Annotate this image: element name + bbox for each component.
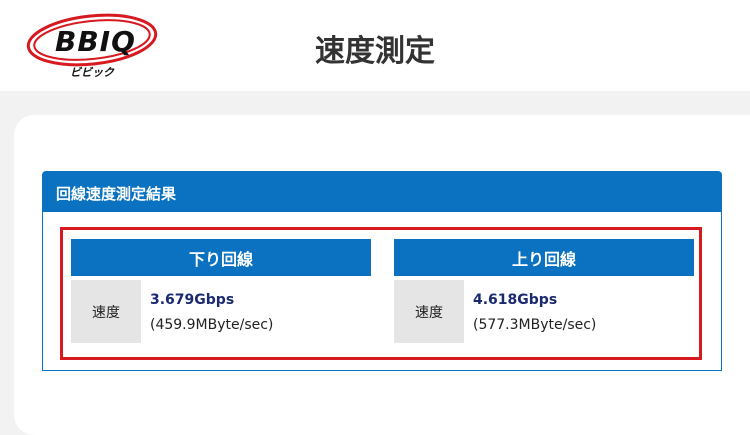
page-title: 速度測定 [315, 34, 435, 69]
site-header: BBIQ ビビック 速度測定 [0, 0, 750, 91]
section-title: 回線速度測定結果 [56, 185, 177, 203]
result-highlight-frame [60, 227, 702, 360]
result-section-header: 回線速度測定結果 [42, 171, 722, 212]
